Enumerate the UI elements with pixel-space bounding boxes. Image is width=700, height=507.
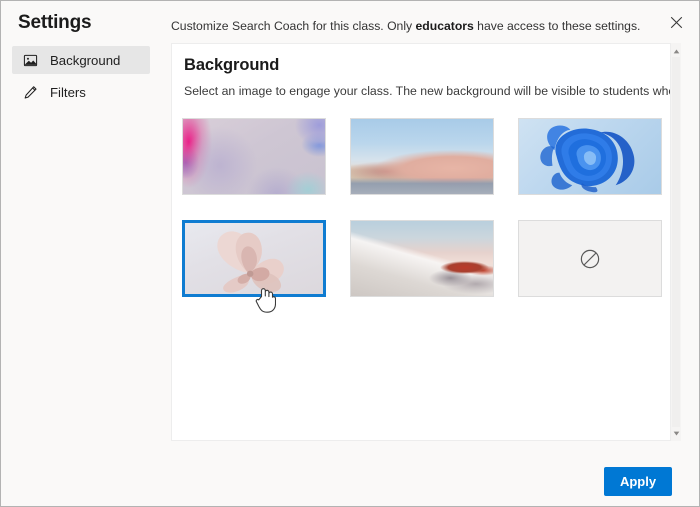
scroll-down-arrow-icon[interactable] xyxy=(671,427,681,439)
sidebar-item-label: Background xyxy=(50,52,121,68)
subtitle-part-2: have access to these settings. xyxy=(473,19,641,33)
image-icon xyxy=(22,52,39,69)
thumbnail-image xyxy=(183,119,325,194)
thumbnail-image xyxy=(519,221,661,296)
sidebar-nav: Background Filters xyxy=(12,46,150,110)
thumbnail-pink-flower[interactable] xyxy=(181,219,327,298)
close-button[interactable] xyxy=(659,6,693,38)
dialog-subtitle: Customize Search Coach for this class. O… xyxy=(171,19,640,33)
no-background-icon xyxy=(580,249,600,268)
thumbnail-image xyxy=(519,119,661,194)
pencil-icon xyxy=(22,84,39,101)
apply-button[interactable]: Apply xyxy=(604,467,672,496)
thumbnail-image xyxy=(351,119,493,194)
settings-dialog: Settings Background Filters Customize Se… xyxy=(0,0,700,507)
sidebar-item-filters[interactable]: Filters xyxy=(12,78,150,106)
scroll-up-arrow-icon[interactable] xyxy=(671,45,681,57)
sidebar-item-label: Filters xyxy=(50,84,86,100)
thumbnail-image xyxy=(185,223,323,294)
content-scrollbar[interactable] xyxy=(670,43,681,441)
content-panel: Background Select an image to engage you… xyxy=(171,43,681,441)
background-thumbnail-grid xyxy=(181,118,662,298)
thumbnail-no-background[interactable] xyxy=(518,220,662,297)
scrollbar-thumb[interactable] xyxy=(672,57,680,427)
close-icon xyxy=(670,16,682,28)
thumbnail-windows-bloom[interactable] xyxy=(518,118,662,195)
dialog-title: Settings xyxy=(18,12,92,33)
page-title: Background xyxy=(184,56,280,74)
thumbnail-image xyxy=(351,221,493,296)
thumbnail-abstract-bubbles[interactable] xyxy=(182,118,326,195)
thumbnail-desert-dunes[interactable] xyxy=(350,118,494,195)
sidebar: Settings Background Filters xyxy=(1,1,170,506)
thumbnail-white-sands[interactable] xyxy=(350,220,494,297)
sidebar-item-background[interactable]: Background xyxy=(12,46,150,74)
page-description: Select an image to engage your class. Th… xyxy=(184,84,681,98)
subtitle-part-1: Customize Search Coach for this class. O… xyxy=(171,19,416,33)
content-header: Background Select an image to engage you… xyxy=(184,56,681,98)
subtitle-emphasis: educators xyxy=(415,19,474,33)
